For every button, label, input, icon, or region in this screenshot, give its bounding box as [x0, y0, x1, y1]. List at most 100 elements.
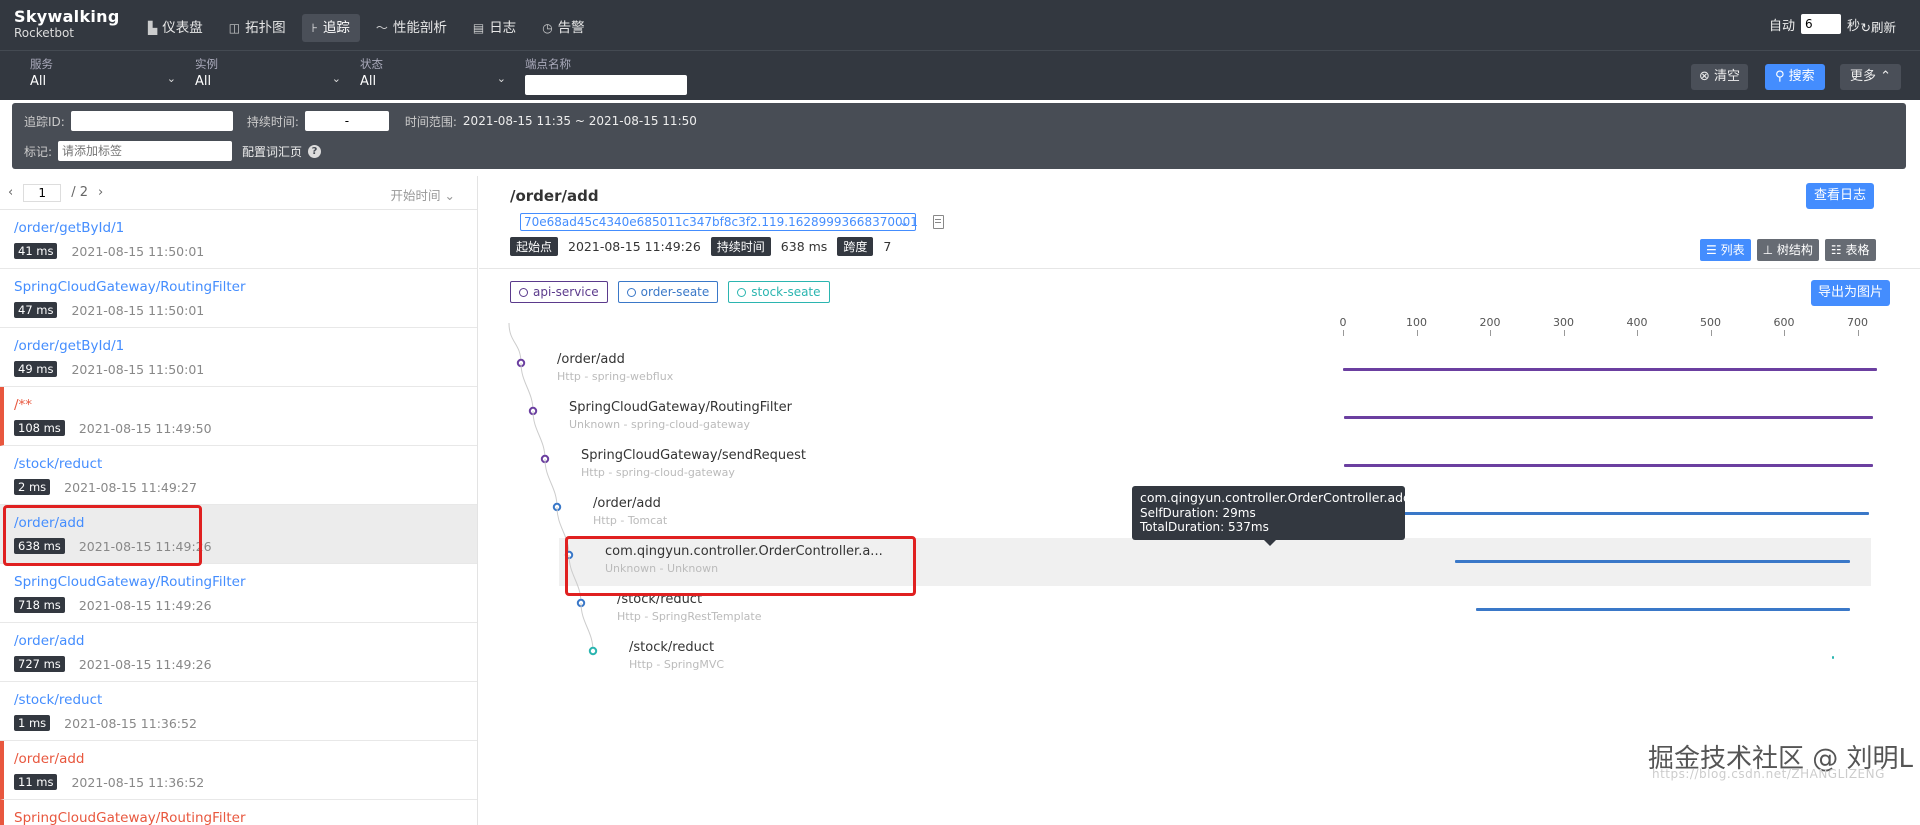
time-range-value[interactable]: 2021-08-15 11:35 ~ 2021-08-15 11:50 [463, 114, 697, 128]
trace-list-item[interactable]: /order/add 11 ms 2021-08-15 11:36:52 [0, 741, 477, 800]
span-row[interactable]: SpringCloudGateway/RoutingFilter Unknown … [479, 394, 1920, 442]
time-range-label: 时间范围: [404, 114, 457, 129]
nav-item-label: 追踪 [322, 20, 350, 36]
nav-item[interactable]: 〜性能剖析 [366, 14, 457, 42]
trace-duration-badge: 47 ms [14, 302, 58, 318]
tags-input[interactable] [58, 141, 233, 161]
span-row[interactable]: /stock/reduct Http - SpringMVC [479, 634, 1920, 682]
trace-duration-badge: 108 ms [14, 420, 65, 436]
page-input[interactable] [23, 183, 62, 202]
duration-input[interactable] [304, 111, 389, 131]
instance-value: All [195, 74, 212, 89]
span-duration-bar[interactable] [1476, 608, 1851, 611]
topology-icon: ◫ [228, 21, 241, 35]
trace-list-item[interactable]: /order/getById/1 41 ms 2021-08-15 11:50:01 [0, 210, 477, 269]
axis-tick [1637, 330, 1638, 336]
trace-duration-badge: 718 ms [14, 597, 65, 613]
trace-meta: 2 ms 2021-08-15 11:49:27 [14, 479, 477, 495]
span-tree-lines [508, 322, 598, 656]
tree-connector [520, 362, 534, 412]
trace-time: 2021-08-15 11:50:01 [71, 361, 205, 377]
span-duration-bar[interactable] [1343, 368, 1878, 371]
next-page-icon[interactable]: › [98, 185, 103, 200]
tree-connector [580, 602, 594, 652]
page-total: / 2 [71, 185, 88, 200]
trace-time: 2021-08-15 11:50:01 [71, 302, 205, 318]
trace-duration-badge: 727 ms [14, 656, 65, 672]
table-view-button[interactable]: ☷ 表格 [1824, 239, 1876, 261]
view-log-button[interactable]: 查看日志 [1806, 183, 1875, 209]
list-view-button[interactable]: ☰ 列表 [1700, 239, 1751, 261]
sort-label: 开始时间 [390, 188, 441, 203]
clear-button[interactable]: ⊗ 清空 [1691, 64, 1749, 90]
logo[interactable]: Skywalking Rocketbot [14, 8, 120, 41]
trace-duration-badge: 11 ms [14, 774, 58, 790]
trace-time: 2021-08-15 11:36:52 [71, 774, 205, 790]
service-legend-item[interactable]: stock-seate [728, 281, 830, 303]
nav-item[interactable]: ▤ 日志 [463, 14, 526, 42]
trace-list-item[interactable]: /order/add 727 ms 2021-08-15 11:49:26 [0, 623, 477, 682]
tree-view-button[interactable]: ⊥ 树结构 [1756, 239, 1819, 261]
span-duration-bar[interactable] [1390, 512, 1870, 515]
trace-name: /order/add [14, 633, 85, 649]
axis-tick-label: 100 [1406, 316, 1427, 329]
span-duration-bar[interactable] [1344, 464, 1873, 467]
span-node-dot[interactable] [588, 646, 598, 656]
span-duration-bar[interactable] [1454, 560, 1851, 563]
service-name: stock-seate [751, 285, 821, 299]
logo-subtitle: Rocketbot [14, 26, 75, 40]
trace-duration-badge: 1 ms [14, 715, 51, 731]
nav-item-label: 性能剖析 [392, 20, 447, 36]
instance-select[interactable]: 实例 All ⌄ [195, 56, 345, 94]
endpoint-input[interactable] [525, 75, 687, 95]
trace-time: 2021-08-15 11:49:27 [64, 479, 197, 495]
status-value: All [360, 74, 377, 89]
axis-tick-label: 400 [1626, 316, 1648, 329]
trace-list-item[interactable]: /** 108 ms 2021-08-15 11:49:50 [0, 387, 477, 446]
nav-item[interactable]: ◷ 告警 [532, 14, 594, 42]
service-value: All [30, 74, 47, 89]
alarm-icon: ◷ [542, 21, 553, 35]
copy-icon[interactable] [933, 215, 944, 229]
nav-item[interactable]: ◫ 拓扑图 [219, 14, 296, 42]
main-nav: ▙ 仪表盘 ◫ 拓扑图 ⊦ 追踪〜性能剖析 ▤ 日志 ◷ 告警 [138, 14, 595, 42]
duration-label: 持续时间 [710, 237, 771, 256]
refresh-button[interactable]: ↻刷新 [1861, 17, 1897, 36]
export-image-button[interactable]: 导出为图片 [1811, 280, 1891, 306]
nav-item[interactable]: ▙ 仪表盘 [138, 14, 213, 42]
top-nav: Skywalking Rocketbot ▙ 仪表盘 ◫ 拓扑图 ⊦ 追踪〜性能剖析 ▤ 日志… [0, 0, 1920, 50]
help-icon[interactable]: ? [308, 144, 322, 158]
more-label: 更多 [1850, 69, 1877, 84]
trace-list-item[interactable]: SpringCloudGateway/RoutingFilter 47 ms 202… [0, 269, 477, 328]
trace-list-item[interactable]: SpringCloudGateway/RoutingFilter [0, 800, 477, 825]
trace-list-item[interactable]: /order/getById/1 49 ms 2021-08-15 11:50:01 [0, 328, 477, 387]
service-select[interactable]: 服务 All ⌄ [30, 56, 180, 94]
axis-tick [1343, 330, 1344, 336]
trace-id-input[interactable] [70, 111, 233, 131]
span-duration-bar[interactable] [1831, 656, 1834, 659]
search-button[interactable]: ⚲ 搜索 [1765, 64, 1825, 90]
nav-item[interactable]: ⊦ 追踪 [301, 14, 360, 42]
trace-list-item[interactable]: /stock/reduct 1 ms 2021-08-15 11:36:52 [0, 682, 477, 741]
list-view-label: 列表 [1720, 243, 1745, 257]
axis-tick-label: 200 [1479, 316, 1501, 329]
more-button[interactable]: 更多 ⌃ [1840, 64, 1902, 90]
auto-interval-input[interactable] [1800, 14, 1841, 34]
span-row[interactable]: SpringCloudGateway/sendRequest Http - spr… [479, 442, 1920, 490]
sort-select[interactable]: 开始时间 ⌄ [391, 185, 455, 204]
tree-connector [508, 322, 522, 364]
span-row[interactable]: /order/add Http - spring-webflux [479, 346, 1920, 394]
instance-label: 实例 [195, 57, 218, 71]
trace-id-label: 追踪ID: [24, 114, 65, 129]
trace-name: /order/getById/1 [14, 338, 125, 354]
trace-name: SpringCloudGateway/RoutingFilter [14, 810, 246, 825]
trace-list-item[interactable]: /stock/reduct 2 ms 2021-08-15 11:49:27 [0, 446, 477, 505]
trace-meta: 49 ms 2021-08-15 11:50:01 [14, 361, 477, 377]
prev-page-icon[interactable]: ‹ [8, 185, 13, 200]
chevron-down-icon: ⌄ [444, 188, 455, 203]
trace-list-item[interactable]: SpringCloudGateway/RoutingFilter 718 ms 20… [0, 564, 477, 623]
span-duration-bar[interactable] [1343, 416, 1873, 419]
config-vocab-link[interactable]: 配置词汇页 [242, 143, 302, 160]
watermark-url: https://blog.csdn.net/ZHANGLIZENG [1652, 767, 1885, 781]
status-select[interactable]: 状态 All ⌄ [360, 56, 510, 94]
